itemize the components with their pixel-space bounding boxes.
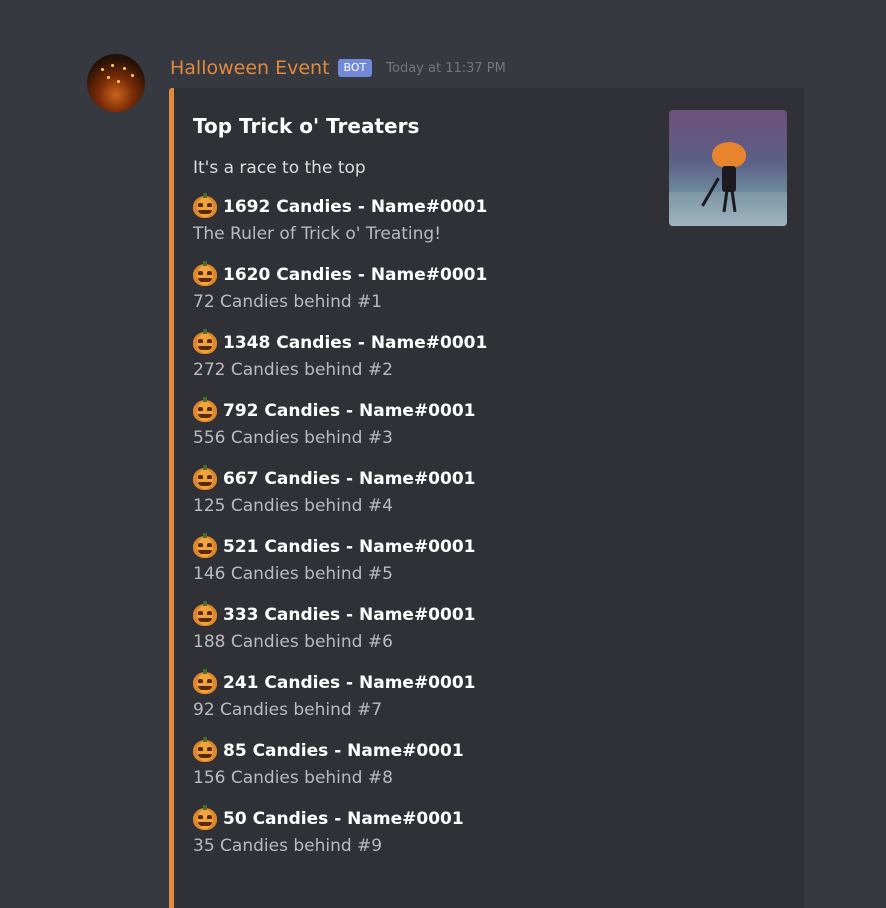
entry-note: The Ruler of Trick o' Treating!: [193, 224, 442, 244]
leaderboard-entry: 50 Candies - Name#0001 35 Candies behind …: [193, 805, 464, 866]
embed-thumbnail[interactable]: [669, 110, 787, 226]
jack-o-lantern-icon: [193, 669, 217, 694]
jack-o-lantern-icon: [193, 805, 217, 830]
jack-o-lantern-icon: [193, 329, 217, 354]
entry-heading: 1348 Candies - Name#0001: [193, 329, 488, 356]
entry-heading: 792 Candies - Name#0001: [193, 397, 476, 424]
jack-o-lantern-icon: [193, 193, 217, 218]
entry-candies: 50 Candies -: [223, 809, 348, 829]
entry-heading: 333 Candies - Name#0001: [193, 601, 476, 628]
jack-o-lantern-icon: [193, 601, 217, 626]
entry-note: 146 Candies behind #5: [193, 564, 393, 584]
entry-note: 188 Candies behind #6: [193, 632, 393, 652]
entry-note: 92 Candies behind #7: [193, 700, 383, 720]
leaderboard-entry: 521 Candies - Name#0001 146 Candies behin…: [193, 533, 476, 594]
embed-description: It's a race to the top: [193, 158, 366, 178]
username[interactable]: Halloween Event: [170, 57, 330, 79]
entry-candies: 1692 Candies -: [223, 197, 371, 217]
leaderboard-entry: 85 Candies - Name#0001 156 Candies behind…: [193, 737, 464, 798]
entry-user-mention[interactable]: Name#0001: [347, 809, 464, 829]
entry-user-mention[interactable]: Name#0001: [371, 333, 488, 353]
entry-candies: 85 Candies -: [223, 741, 348, 761]
leaderboard-entry: 1620 Candies - Name#0001 72 Candies behin…: [193, 261, 488, 322]
leaderboard-entry: 241 Candies - Name#0001 92 Candies behind…: [193, 669, 476, 730]
jack-o-lantern-icon: [193, 397, 217, 422]
entry-user-mention[interactable]: Name#0001: [371, 197, 488, 217]
entry-user-mention[interactable]: Name#0001: [371, 265, 488, 285]
leaderboard-entry: 1348 Candies - Name#0001 272 Candies behi…: [193, 329, 488, 390]
bot-avatar[interactable]: [87, 54, 145, 112]
entry-user-mention[interactable]: Name#0001: [359, 605, 476, 625]
entry-heading: 85 Candies - Name#0001: [193, 737, 464, 764]
entry-note: 72 Candies behind #1: [193, 292, 383, 312]
entry-candies: 241 Candies -: [223, 673, 359, 693]
entry-heading: 241 Candies - Name#0001: [193, 669, 476, 696]
entry-candies: 333 Candies -: [223, 605, 359, 625]
entry-note: 272 Candies behind #2: [193, 360, 393, 380]
jack-o-lantern-icon: [193, 533, 217, 558]
entry-note: 35 Candies behind #9: [193, 836, 383, 856]
entry-heading: 521 Candies - Name#0001: [193, 533, 476, 560]
entry-candies: 521 Candies -: [223, 537, 359, 557]
entry-candies: 667 Candies -: [223, 469, 359, 489]
jack-o-lantern-icon: [193, 465, 217, 490]
message-header: Halloween Event BOT Today at 11:37 PM: [170, 55, 506, 81]
entry-candies: 1620 Candies -: [223, 265, 371, 285]
message-timestamp: Today at 11:37 PM: [386, 60, 506, 76]
entry-user-mention[interactable]: Name#0001: [359, 537, 476, 557]
entry-note: 556 Candies behind #3: [193, 428, 393, 448]
entry-heading: 50 Candies - Name#0001: [193, 805, 464, 832]
leaderboard-entry: 1692 Candies - Name#0001 The Ruler of Tri…: [193, 193, 488, 254]
entry-note: 156 Candies behind #8: [193, 768, 393, 788]
entry-heading: 1620 Candies - Name#0001: [193, 261, 488, 288]
entry-user-mention[interactable]: Name#0001: [347, 741, 464, 761]
entry-user-mention[interactable]: Name#0001: [359, 673, 476, 693]
jack-o-lantern-icon: [193, 737, 217, 762]
embed-title: Top Trick o' Treaters: [193, 114, 420, 138]
leaderboard-embed: Top Trick o' Treaters It's a race to the…: [169, 88, 804, 908]
entry-user-mention[interactable]: Name#0001: [359, 469, 476, 489]
bot-tag: BOT: [337, 59, 373, 77]
leaderboard-entry: 792 Candies - Name#0001 556 Candies behin…: [193, 397, 476, 458]
leaderboard-entry: 667 Candies - Name#0001 125 Candies behin…: [193, 465, 476, 526]
entry-note: 125 Candies behind #4: [193, 496, 393, 516]
entry-heading: 1692 Candies - Name#0001: [193, 193, 488, 220]
entry-candies: 792 Candies -: [223, 401, 359, 421]
entry-heading: 667 Candies - Name#0001: [193, 465, 476, 492]
entry-user-mention[interactable]: Name#0001: [359, 401, 476, 421]
entry-candies: 1348 Candies -: [223, 333, 371, 353]
jack-o-lantern-icon: [193, 261, 217, 286]
leaderboard-entry: 333 Candies - Name#0001 188 Candies behin…: [193, 601, 476, 662]
